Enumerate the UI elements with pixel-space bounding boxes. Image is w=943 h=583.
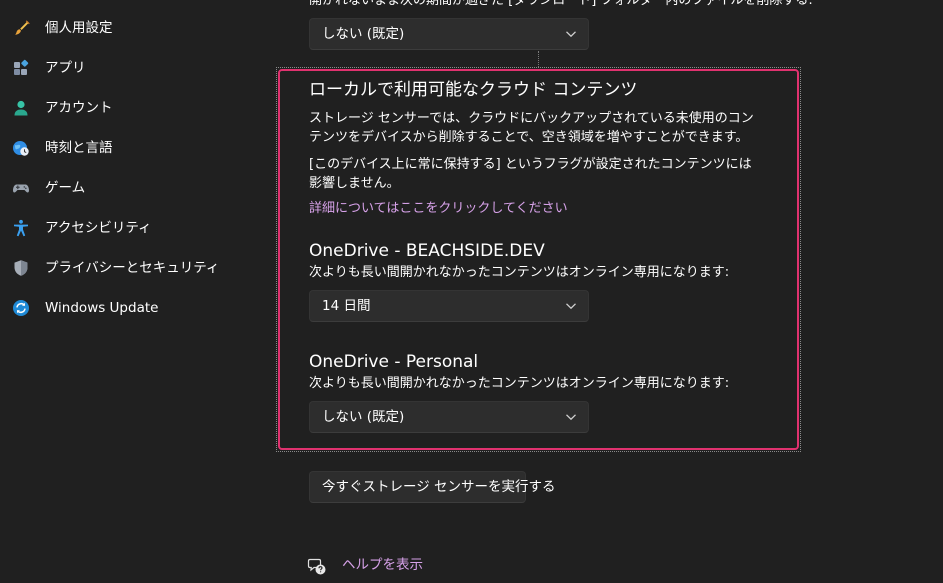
sidebar-item-personalization[interactable]: 個人用設定 — [4, 10, 266, 46]
sidebar-item-label: 個人用設定 — [45, 20, 113, 36]
onedrive-account-description: 次よりも長い間開かれなかったコンテンツはオンライン専用になります: — [309, 376, 730, 391]
divider — [538, 51, 539, 67]
shield-icon — [14, 260, 28, 276]
help-chat-icon — [307, 558, 326, 575]
section-note: [このデバイス上に常に保持する] というフラグが設定されたコンテンツには影響しま… — [309, 157, 752, 191]
sidebar-item-label: Windows Update — [45, 300, 159, 316]
dropdown-value: しない (既定) — [322, 26, 405, 42]
get-help-link[interactable]: ヘルプを表示 — [305, 555, 445, 577]
sidebar-item-label: アクセシビリティ — [45, 220, 152, 236]
sidebar-item-accounts[interactable]: アカウント — [4, 90, 266, 126]
sidebar-item-gaming[interactable]: ゲーム — [4, 170, 266, 206]
sidebar-item-apps[interactable]: アプリ — [4, 50, 266, 86]
learn-more-link[interactable]: 詳細についてはここをクリックしてください — [309, 200, 568, 218]
chevron-down-icon — [566, 303, 576, 310]
downloads-cleanup-dropdown[interactable]: しない (既定) — [309, 18, 589, 50]
onedrive-beachside-dropdown[interactable]: 14 日間 — [309, 290, 589, 322]
section-description: ストレージ センサーでは、クラウドにバックアップされている未使用のコンテンツをデ… — [309, 111, 754, 145]
paintbrush-icon — [15, 20, 30, 35]
windows-update-icon — [13, 300, 29, 316]
dropdown-value: しない (既定) — [322, 409, 405, 425]
chevron-down-icon — [566, 31, 576, 38]
button-label: 今すぐストレージ センサーを実行する — [322, 479, 556, 495]
sidebar-item-label: アプリ — [45, 60, 86, 76]
onedrive-personal-dropdown[interactable]: しない (既定) — [309, 401, 589, 433]
sidebar-item-accessibility[interactable]: アクセシビリティ — [4, 210, 266, 246]
sidebar-item-label: 時刻と言語 — [45, 140, 113, 156]
globe-clock-icon — [13, 141, 29, 156]
sidebar-nav: 個人用設定 アプリ アカウント 時刻と言語 ゲーム アクセシビリティ プライバシ… — [0, 0, 270, 583]
chevron-down-icon — [566, 414, 576, 421]
help-link-label: ヘルプを表示 — [342, 557, 423, 573]
onedrive-account-description: 次よりも長い間開かれなかったコンテンツはオンライン専用になります: — [309, 265, 730, 280]
sidebar-item-label: プライバシーとセキュリティ — [45, 260, 220, 276]
sidebar-item-time-language[interactable]: 時刻と言語 — [4, 130, 266, 166]
gamepad-icon — [12, 184, 30, 193]
sidebar-item-label: アカウント — [45, 100, 113, 116]
apps-icon — [14, 59, 29, 75]
onedrive-account-title: OneDrive - BEACHSIDE.DEV — [309, 241, 545, 261]
settings-window: 個人用設定 アプリ アカウント 時刻と言語 ゲーム アクセシビリティ プライバシ… — [0, 0, 943, 583]
dropdown-value: 14 日間 — [322, 298, 371, 314]
sidebar-item-windows-update[interactable]: Windows Update — [4, 290, 266, 326]
section-title: ローカルで利用可能なクラウド コンテンツ — [309, 80, 638, 100]
person-icon — [14, 100, 28, 116]
downloads-cleanup-question: 開かれないまま次の期間が過ぎた [ダウンロード] フォルダー内のファイルを削除す… — [309, 0, 813, 8]
run-storage-sense-button[interactable]: 今すぐストレージ センサーを実行する — [309, 471, 556, 503]
accessibility-icon — [14, 219, 28, 237]
onedrive-account-title: OneDrive - Personal — [309, 352, 479, 372]
sidebar-item-privacy-security[interactable]: プライバシーとセキュリティ — [4, 250, 266, 286]
sidebar-item-label: ゲーム — [45, 180, 86, 196]
